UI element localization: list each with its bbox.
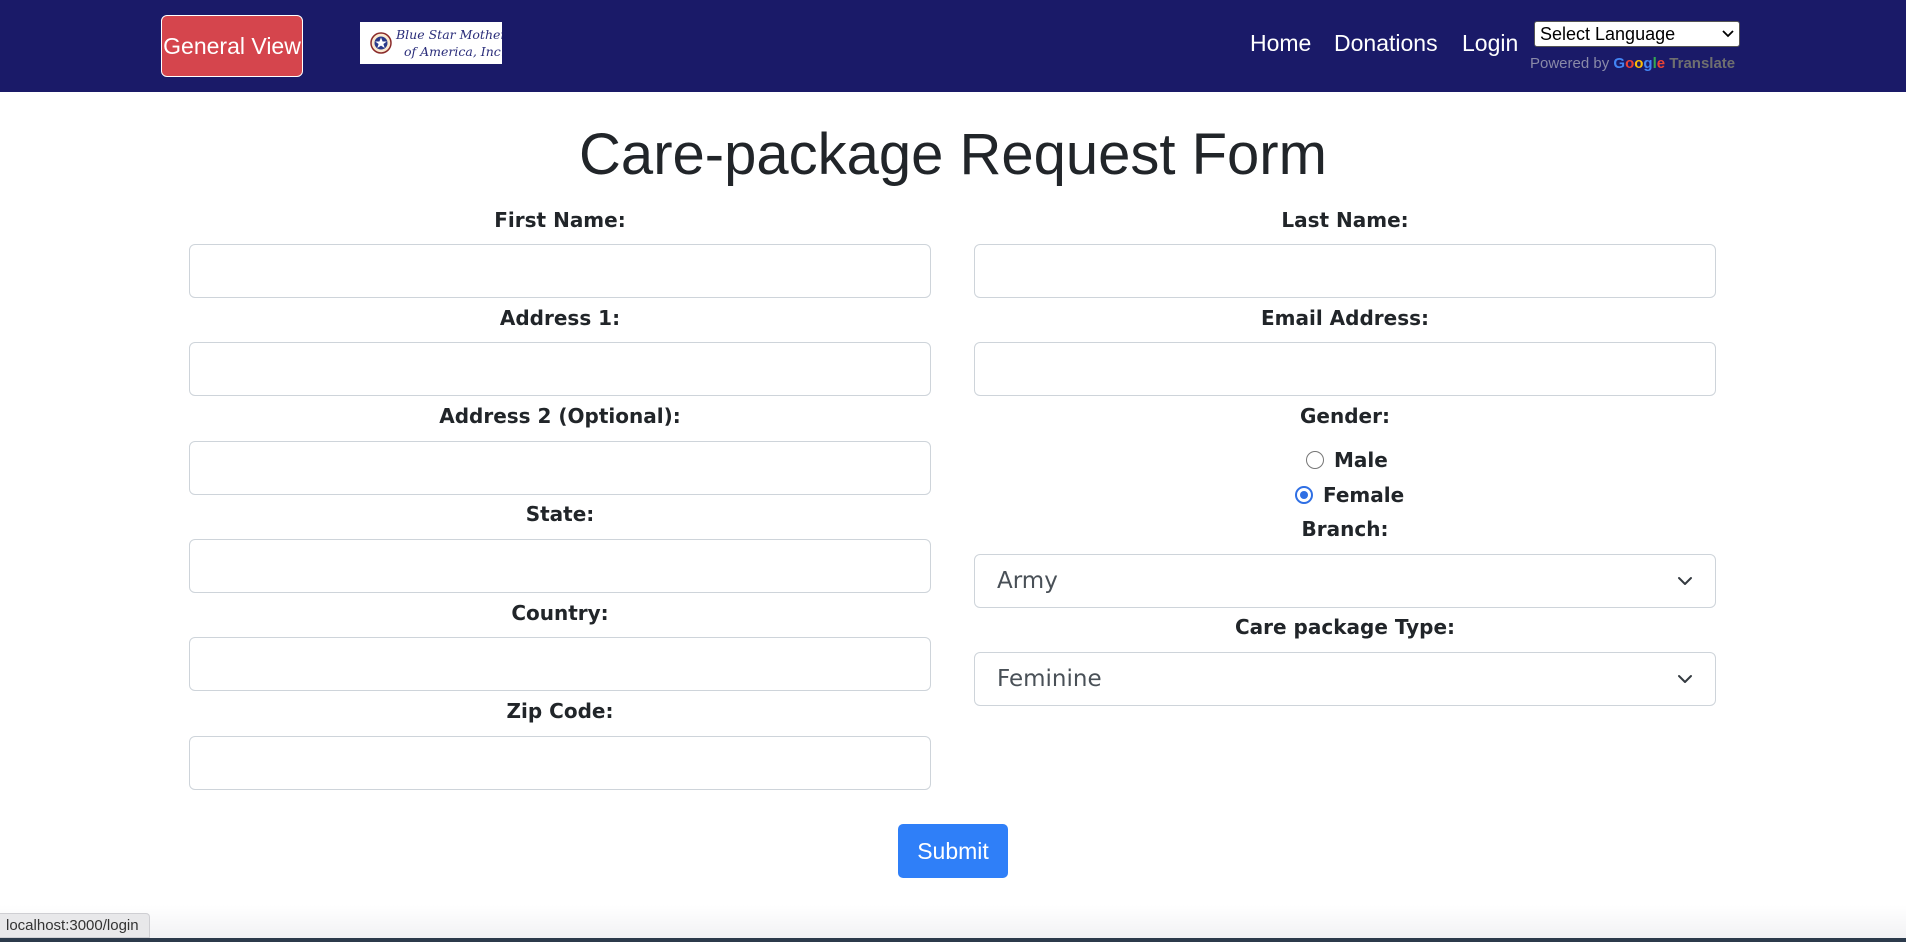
chevron-down-icon (1678, 577, 1692, 585)
address1-input[interactable] (189, 342, 931, 396)
language-select[interactable]: Select Language (1534, 21, 1740, 47)
first-name-input[interactable] (189, 244, 931, 298)
chevron-down-icon (1717, 30, 1739, 38)
nav-link-home[interactable]: Home (1250, 30, 1311, 57)
status-bar-url: localhost:3000/login (0, 913, 150, 938)
translate-label: Translate (1669, 55, 1736, 72)
logo-line-1: Blue Star Mothers (396, 27, 502, 42)
blue-star-mothers-logo[interactable]: Blue Star Mothers of America, Inc. (360, 22, 502, 64)
nav-link-donations[interactable]: Donations (1334, 30, 1438, 57)
general-view-button[interactable]: General View (161, 15, 303, 77)
email-label: Email Address: (1260, 306, 1430, 330)
care-package-type-label: Care package Type: (1234, 615, 1456, 639)
last-name-label: Last Name: (1281, 208, 1409, 232)
powered-by-label: Powered by (1530, 55, 1610, 72)
female-radio[interactable] (1295, 486, 1313, 504)
nav-link-login[interactable]: Login (1462, 30, 1518, 57)
logo-line-2: of America, Inc. (404, 44, 502, 59)
submit-button[interactable]: Submit (898, 824, 1008, 878)
state-input[interactable] (189, 539, 931, 593)
last-name-input[interactable] (974, 244, 1716, 298)
google-logo: Google (1613, 55, 1666, 72)
branch-select[interactable]: Army (974, 554, 1716, 608)
window-bottom-border (0, 938, 1906, 942)
seal-icon (370, 32, 392, 54)
male-radio[interactable] (1306, 451, 1324, 469)
address1-label: Address 1: (499, 306, 621, 330)
care-package-type-value: Feminine (997, 666, 1102, 692)
gender-option-male[interactable]: Male (1306, 448, 1388, 472)
address2-label: Address 2 (Optional): (439, 404, 681, 428)
first-name-label: First Name: (494, 208, 626, 232)
bottom-fade (0, 905, 1906, 938)
email-input[interactable] (974, 342, 1716, 396)
female-radio-label: Female (1323, 483, 1405, 507)
page-title: Care-package Request Form (579, 122, 1327, 187)
zip-code-label: Zip Code: (506, 699, 614, 723)
address2-input[interactable] (189, 441, 931, 495)
powered-by-google-translate[interactable]: Powered by Google Translate (1530, 55, 1735, 72)
logo-text: Blue Star Mothers of America, Inc. (396, 26, 502, 60)
state-label: State: (525, 502, 595, 526)
gender-label: Gender: (1300, 404, 1390, 428)
male-radio-label: Male (1334, 448, 1388, 472)
top-navbar: General View Blue Star Mothers of Americ… (0, 0, 1906, 92)
zip-code-input[interactable] (189, 736, 931, 790)
care-package-type-select[interactable]: Feminine (974, 652, 1716, 706)
branch-select-value: Army (997, 568, 1058, 594)
gender-option-female[interactable]: Female (1295, 483, 1404, 507)
country-label: Country: (511, 601, 609, 625)
chevron-down-icon (1678, 675, 1692, 683)
language-select-value: Select Language (1540, 23, 1676, 44)
country-input[interactable] (189, 637, 931, 691)
branch-label: Branch: (1301, 517, 1389, 541)
